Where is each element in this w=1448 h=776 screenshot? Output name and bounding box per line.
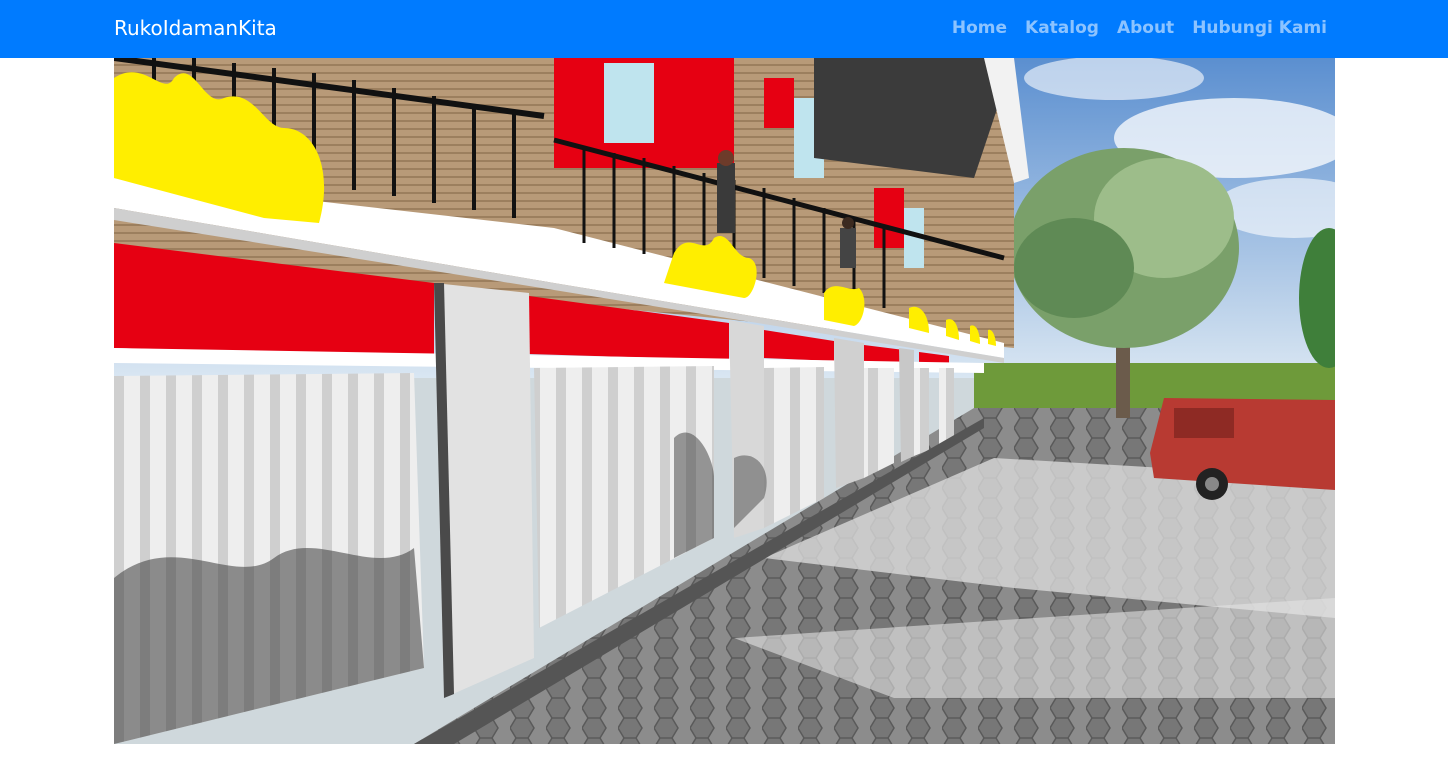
nav-link-about[interactable]: About: [1108, 16, 1183, 40]
nav-link-home[interactable]: Home: [943, 16, 1016, 40]
nav-link-hubungi-kami[interactable]: Hubungi Kami: [1183, 16, 1327, 40]
top-navbar: RukoIdamanKita Home Katalog About Hubung…: [0, 0, 1448, 58]
nav-menu: Home Katalog About Hubungi Kami: [943, 16, 1327, 40]
nav-link-katalog[interactable]: Katalog: [1016, 16, 1108, 40]
hero-image: [114, 58, 1335, 744]
shophouse-render-image: [114, 58, 1335, 744]
brand-link[interactable]: RukoIdamanKita: [114, 14, 277, 42]
